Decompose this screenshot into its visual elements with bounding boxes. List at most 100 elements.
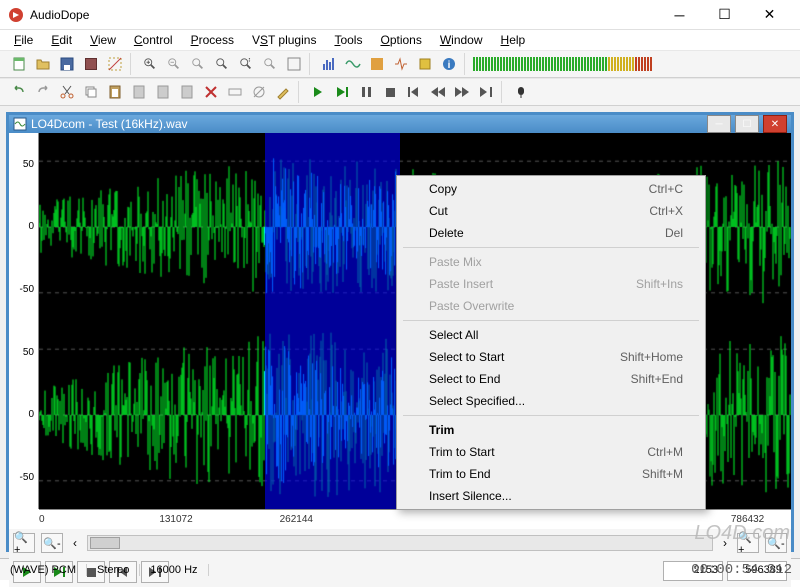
- zoom-in-icon[interactable]: [139, 53, 161, 75]
- redo-icon[interactable]: [32, 81, 54, 103]
- svg-text:↕: ↕: [248, 57, 251, 63]
- context-trim-to-end[interactable]: Trim to EndShift+M: [399, 463, 703, 485]
- svg-text:i: i: [448, 60, 451, 71]
- stop-tool-icon[interactable]: [80, 53, 102, 75]
- spectrum-icon[interactable]: [318, 53, 340, 75]
- pause-button[interactable]: [355, 81, 377, 103]
- y-tick: 0: [28, 221, 34, 232]
- status-channels: Stereo: [87, 564, 140, 576]
- doc-minimize-button[interactable]: ─: [707, 115, 731, 133]
- x-tick: 131072: [159, 514, 192, 525]
- zoom-v-out-icon[interactable]: [259, 53, 281, 75]
- watermark: LO4D.com: [694, 522, 790, 545]
- fit-window-icon[interactable]: [283, 53, 305, 75]
- doc-maximize-button[interactable]: ☐: [735, 115, 759, 133]
- menu-help[interactable]: Help: [493, 31, 534, 49]
- forward-button[interactable]: [451, 81, 473, 103]
- status-time: 00:00:54.312: [683, 562, 800, 578]
- h-scrollbar[interactable]: [87, 535, 713, 551]
- menu-tools[interactable]: Tools: [326, 31, 370, 49]
- menu-control[interactable]: Control: [126, 31, 181, 49]
- context-select-to-start[interactable]: Select to StartShift+Home: [399, 346, 703, 368]
- menu-view[interactable]: View: [82, 31, 124, 49]
- menubar: File Edit View Control Process VST plugi…: [0, 30, 800, 50]
- doc-close-button[interactable]: ✕: [763, 115, 787, 133]
- wave-icon[interactable]: [342, 53, 364, 75]
- context-delete[interactable]: DeleteDel: [399, 222, 703, 244]
- status-format: (WAVE) PCM: [0, 564, 87, 576]
- x-axis-ruler: 0 131072 262144 786432: [39, 509, 791, 529]
- y-tick: -50: [20, 472, 34, 483]
- zoom-sel-icon[interactable]: [187, 53, 209, 75]
- context-paste-overwrite: Paste Overwrite: [399, 295, 703, 317]
- maximize-button[interactable]: ☐: [702, 1, 747, 29]
- doc-title: LO4Dcom - Test (16kHz).wav: [31, 117, 707, 131]
- goto-start-button[interactable]: [403, 81, 425, 103]
- stop-button[interactable]: [379, 81, 401, 103]
- context-trim-to-start[interactable]: Trim to StartCtrl+M: [399, 441, 703, 463]
- paste-insert-icon[interactable]: [152, 81, 174, 103]
- titlebar: AudioDope ─ ☐ ✕: [0, 0, 800, 30]
- context-trim[interactable]: Trim: [399, 419, 703, 441]
- effect-icon[interactable]: [390, 53, 412, 75]
- doc-titlebar[interactable]: LO4Dcom - Test (16kHz).wav ─ ☐ ✕: [9, 115, 791, 133]
- trim-icon[interactable]: [224, 81, 246, 103]
- doc-icon: [13, 117, 27, 131]
- menu-process[interactable]: Process: [183, 31, 242, 49]
- context-paste-insert: Paste InsertShift+Ins: [399, 273, 703, 295]
- undo-icon[interactable]: [8, 81, 30, 103]
- menu-file[interactable]: File: [6, 31, 41, 49]
- play-loop-button[interactable]: [331, 81, 353, 103]
- y-axis-ruler: 50 0 -50 50 0 -50: [9, 133, 39, 509]
- save-file-icon[interactable]: [56, 53, 78, 75]
- waveform-selection[interactable]: [265, 133, 400, 509]
- app-title: AudioDope: [30, 8, 657, 22]
- y-tick: 50: [23, 347, 34, 358]
- goto-end-button[interactable]: [475, 81, 497, 103]
- toolbar-2: [0, 78, 800, 106]
- select-tool-icon[interactable]: [104, 53, 126, 75]
- h-zoom-out-button[interactable]: 🔍-: [41, 533, 63, 553]
- app-icon: [8, 7, 24, 23]
- paste-icon[interactable]: [104, 81, 126, 103]
- context-select-to-end[interactable]: Select to EndShift+End: [399, 368, 703, 390]
- context-copy[interactable]: CopyCtrl+C: [399, 178, 703, 200]
- menu-options[interactable]: Options: [372, 31, 429, 49]
- paste-over-icon[interactable]: [176, 81, 198, 103]
- edit-icon[interactable]: [272, 81, 294, 103]
- context-insert-silence-[interactable]: Insert Silence...: [399, 485, 703, 507]
- zoom-v-in-icon[interactable]: ↕: [235, 53, 257, 75]
- y-tick: 0: [28, 409, 34, 420]
- toolbar-1: ↕ i: [0, 50, 800, 78]
- context-select-all[interactable]: Select All: [399, 324, 703, 346]
- copy-icon[interactable]: [80, 81, 102, 103]
- cut-icon[interactable]: [56, 81, 78, 103]
- context-cut[interactable]: CutCtrl+X: [399, 200, 703, 222]
- info-icon[interactable]: i: [438, 53, 460, 75]
- close-button[interactable]: ✕: [747, 1, 792, 29]
- play-button[interactable]: [307, 81, 329, 103]
- zoom-out-icon[interactable]: [163, 53, 185, 75]
- zoom-full-icon[interactable]: [211, 53, 233, 75]
- book-icon[interactable]: [414, 53, 436, 75]
- x-tick: 262144: [280, 514, 313, 525]
- new-file-icon[interactable]: [8, 53, 30, 75]
- record-button[interactable]: [510, 81, 532, 103]
- context-select-specified-[interactable]: Select Specified...: [399, 390, 703, 412]
- menu-vst[interactable]: VST plugins: [244, 31, 325, 49]
- open-file-icon[interactable]: [32, 53, 54, 75]
- delete-icon[interactable]: [200, 81, 222, 103]
- paste-mix-icon[interactable]: [128, 81, 150, 103]
- h-zoom-in-button[interactable]: 🔍+: [13, 533, 35, 553]
- minimize-button[interactable]: ─: [657, 1, 702, 29]
- menu-edit[interactable]: Edit: [43, 31, 80, 49]
- silence-icon[interactable]: [248, 81, 270, 103]
- context-menu: CopyCtrl+CCutCtrl+XDeleteDelPaste MixPas…: [396, 175, 706, 510]
- analyze-icon[interactable]: [366, 53, 388, 75]
- y-tick: 50: [23, 159, 34, 170]
- rewind-button[interactable]: [427, 81, 449, 103]
- x-tick: 0: [39, 514, 45, 525]
- menu-window[interactable]: Window: [432, 31, 491, 49]
- context-paste-mix: Paste Mix: [399, 251, 703, 273]
- y-tick: -50: [20, 284, 34, 295]
